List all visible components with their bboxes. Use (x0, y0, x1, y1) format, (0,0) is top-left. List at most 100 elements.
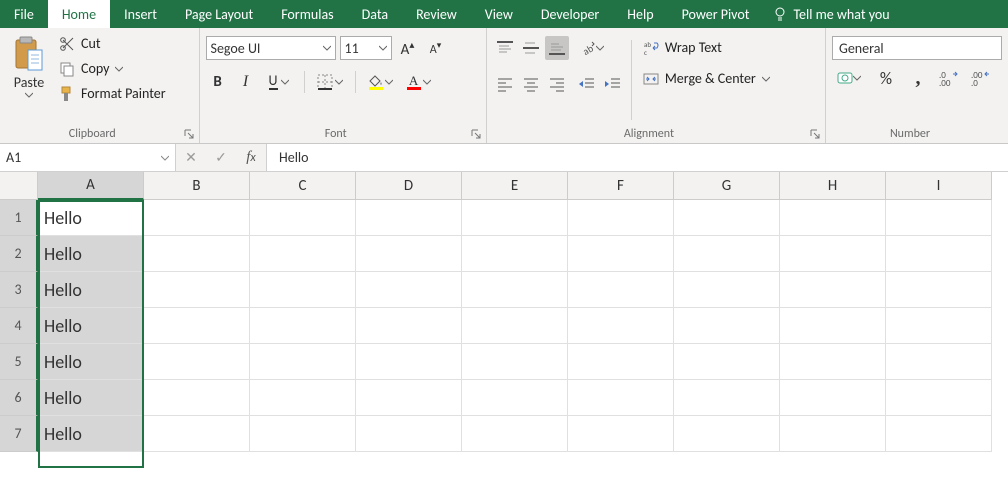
cell-H3[interactable] (780, 272, 886, 308)
font-size-select[interactable]: 11 (340, 36, 392, 60)
cell-I2[interactable] (886, 236, 992, 272)
column-header-I[interactable]: I (886, 172, 992, 200)
cell-D1[interactable] (356, 200, 462, 236)
row-header-5[interactable]: 5 (0, 344, 38, 380)
underline-button[interactable]: U (262, 70, 296, 94)
cell-E6[interactable] (462, 380, 568, 416)
cell-I7[interactable] (886, 416, 992, 452)
column-header-G[interactable]: G (674, 172, 780, 200)
increase-font-button[interactable]: A▴ (396, 36, 420, 60)
paste-button[interactable]: Paste (6, 32, 52, 103)
cell-C1[interactable] (250, 200, 356, 236)
cell-D6[interactable] (356, 380, 462, 416)
cell-B7[interactable] (144, 416, 250, 452)
align-middle-button[interactable] (519, 36, 543, 60)
cell-F7[interactable] (568, 416, 674, 452)
decrease-indent-button[interactable] (575, 72, 599, 96)
dialog-launcher-clipboard[interactable] (183, 127, 195, 139)
row-header-7[interactable]: 7 (0, 416, 38, 452)
merge-center-button[interactable]: Merge & Center (638, 67, 775, 90)
cell-F1[interactable] (568, 200, 674, 236)
dialog-launcher-font[interactable] (470, 127, 482, 139)
cell-G6[interactable] (674, 380, 780, 416)
cell-E5[interactable] (462, 344, 568, 380)
name-box[interactable]: A1 (0, 144, 176, 171)
increase-decimal-button[interactable]: .0.00 (938, 66, 962, 90)
cell-H7[interactable] (780, 416, 886, 452)
cell-E1[interactable] (462, 200, 568, 236)
cell-E7[interactable] (462, 416, 568, 452)
tab-developer[interactable]: Developer (527, 0, 613, 28)
decrease-decimal-button[interactable]: .00.0 (970, 66, 994, 90)
italic-button[interactable]: I (234, 70, 258, 94)
accounting-format-button[interactable] (832, 66, 866, 90)
cell-B3[interactable] (144, 272, 250, 308)
tell-me-search[interactable]: Tell me what you (763, 0, 899, 28)
tab-power-pivot[interactable]: Power Pivot (668, 0, 764, 28)
cell-D3[interactable] (356, 272, 462, 308)
cell-H6[interactable] (780, 380, 886, 416)
cell-B1[interactable] (144, 200, 250, 236)
enter-formula-button[interactable]: ✓ (206, 144, 236, 171)
cell-F4[interactable] (568, 308, 674, 344)
tab-home[interactable]: Home (48, 0, 110, 28)
cell-H1[interactable] (780, 200, 886, 236)
cell-E4[interactable] (462, 308, 568, 344)
cell-F2[interactable] (568, 236, 674, 272)
row-header-4[interactable]: 4 (0, 308, 38, 344)
row-header-6[interactable]: 6 (0, 380, 38, 416)
borders-button[interactable] (313, 70, 347, 94)
cell-I5[interactable] (886, 344, 992, 380)
column-header-H[interactable]: H (780, 172, 886, 200)
cell-F6[interactable] (568, 380, 674, 416)
tab-view[interactable]: View (471, 0, 527, 28)
cell-G7[interactable] (674, 416, 780, 452)
cell-D7[interactable] (356, 416, 462, 452)
align-center-button[interactable] (519, 72, 543, 96)
align-top-button[interactable] (493, 36, 517, 60)
align-right-button[interactable] (545, 72, 569, 96)
percent-button[interactable]: % (874, 66, 898, 90)
tab-formulas[interactable]: Formulas (267, 0, 347, 28)
cell-G3[interactable] (674, 272, 780, 308)
cell-H4[interactable] (780, 308, 886, 344)
row-header-1[interactable]: 1 (0, 200, 38, 236)
dialog-launcher-alignment[interactable] (809, 127, 821, 139)
cell-B2[interactable] (144, 236, 250, 272)
decrease-font-button[interactable]: A▾ (424, 36, 448, 60)
tab-file[interactable]: File (0, 0, 48, 28)
cell-D5[interactable] (356, 344, 462, 380)
cell-G2[interactable] (674, 236, 780, 272)
cell-E3[interactable] (462, 272, 568, 308)
cell-F3[interactable] (568, 272, 674, 308)
bold-button[interactable]: B (206, 70, 230, 94)
cell-I3[interactable] (886, 272, 992, 308)
cell-C3[interactable] (250, 272, 356, 308)
row-header-3[interactable]: 3 (0, 272, 38, 308)
cell-A2[interactable]: Hello (38, 236, 144, 272)
cell-D4[interactable] (356, 308, 462, 344)
cell-H5[interactable] (780, 344, 886, 380)
tab-page-layout[interactable]: Page Layout (171, 0, 267, 28)
column-header-B[interactable]: B (144, 172, 250, 200)
fill-color-button[interactable] (364, 70, 398, 94)
comma-button[interactable]: , (906, 66, 930, 90)
align-left-button[interactable] (493, 72, 517, 96)
cell-F5[interactable] (568, 344, 674, 380)
copy-button[interactable]: Copy (54, 57, 171, 80)
tab-data[interactable]: Data (348, 0, 402, 28)
column-header-D[interactable]: D (356, 172, 462, 200)
cell-C5[interactable] (250, 344, 356, 380)
format-painter-button[interactable]: Format Painter (54, 82, 171, 105)
cell-E2[interactable] (462, 236, 568, 272)
orientation-button[interactable]: ab (575, 36, 609, 60)
cut-button[interactable]: Cut (54, 32, 171, 55)
cancel-formula-button[interactable]: ✕ (176, 144, 206, 171)
cell-B4[interactable] (144, 308, 250, 344)
column-header-A[interactable]: A (38, 172, 144, 200)
cell-I6[interactable] (886, 380, 992, 416)
increase-indent-button[interactable] (601, 72, 625, 96)
cell-A6[interactable]: Hello (38, 380, 144, 416)
wrap-text-button[interactable]: abc Wrap Text (638, 36, 775, 59)
cell-B5[interactable] (144, 344, 250, 380)
